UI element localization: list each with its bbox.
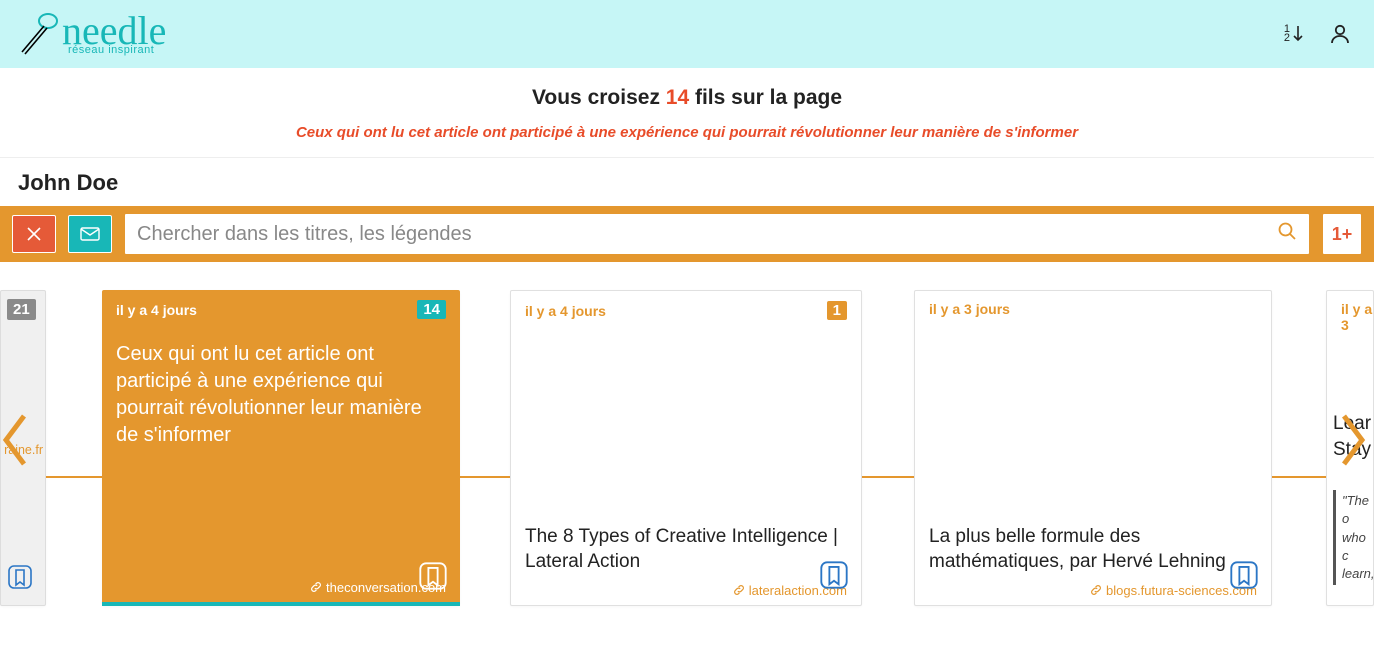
card-quote: "The o who c learn, <box>1333 490 1373 585</box>
bookmark-icon[interactable] <box>1229 560 1259 595</box>
card-title: Ceux qui ont lu cet article ont particip… <box>116 341 446 449</box>
card-title: The 8 Types of Creative Intelligence | L… <box>525 524 847 575</box>
close-button[interactable] <box>12 215 56 253</box>
card-badge: 1 <box>827 301 847 320</box>
prev-arrow[interactable] <box>0 410 30 475</box>
card-row: 21 raine.fr il y a 4 jours 14 Ceux qui o… <box>0 290 1374 630</box>
card-source: theconversation.com <box>102 580 460 602</box>
sub-header: Vous croisez 14 fils sur la page Ceux qu… <box>0 68 1374 158</box>
card-featured[interactable]: il y a 4 jours 14 Ceux qui ont lu cet ar… <box>102 290 460 606</box>
tagline: Ceux qui ont lu cet article ont particip… <box>0 124 1374 141</box>
bookmark-icon[interactable] <box>418 561 448 596</box>
bookmark-icon[interactable] <box>819 560 849 595</box>
search-box[interactable] <box>124 213 1310 255</box>
threads-suffix: fils sur la page <box>689 86 842 109</box>
user-icon[interactable] <box>1328 22 1352 46</box>
logo[interactable]: needle réseau inspirant <box>18 10 166 56</box>
next-arrow[interactable] <box>1338 410 1368 475</box>
card-source: lateralaction.com <box>511 583 861 605</box>
card-item[interactable]: il y a 4 jours 1 The 8 Types of Creative… <box>510 290 862 606</box>
logo-subtitle: réseau inspirant <box>68 44 166 56</box>
search-input[interactable] <box>137 223 1269 246</box>
mail-button[interactable] <box>68 215 112 253</box>
card-title: La plus belle formule des mathématiques,… <box>929 524 1257 575</box>
sort-button[interactable]: 12 <box>1284 24 1304 44</box>
featured-underline <box>102 602 460 606</box>
user-bar: John Doe <box>0 158 1374 204</box>
card-time: il y a 4 jours <box>525 303 606 319</box>
threads-prefix: Vous croisez <box>532 86 666 109</box>
needle-icon <box>18 10 64 56</box>
card-time: il y a 3 <box>1341 301 1373 333</box>
search-toolbar: 1+ <box>0 206 1374 262</box>
corner-badge[interactable]: 1+ <box>1322 213 1362 255</box>
card-badge: 14 <box>417 300 446 319</box>
top-header: needle réseau inspirant 12 <box>0 0 1374 68</box>
logo-title: needle <box>62 16 166 46</box>
threads-count: 14 <box>666 86 689 109</box>
card-time: il y a 4 jours <box>116 302 197 318</box>
bookmark-icon[interactable] <box>7 564 33 595</box>
card-item[interactable]: il y a 3 jours La plus belle formule des… <box>914 290 1272 606</box>
card-source: blogs.futura-sciences.com <box>915 583 1271 605</box>
search-icon[interactable] <box>1277 221 1297 247</box>
user-name: John Doe <box>18 170 1356 196</box>
card-time: il y a 3 jours <box>929 301 1010 317</box>
card-badge: 21 <box>7 299 36 320</box>
threads-line: Vous croisez 14 fils sur la page <box>0 86 1374 110</box>
